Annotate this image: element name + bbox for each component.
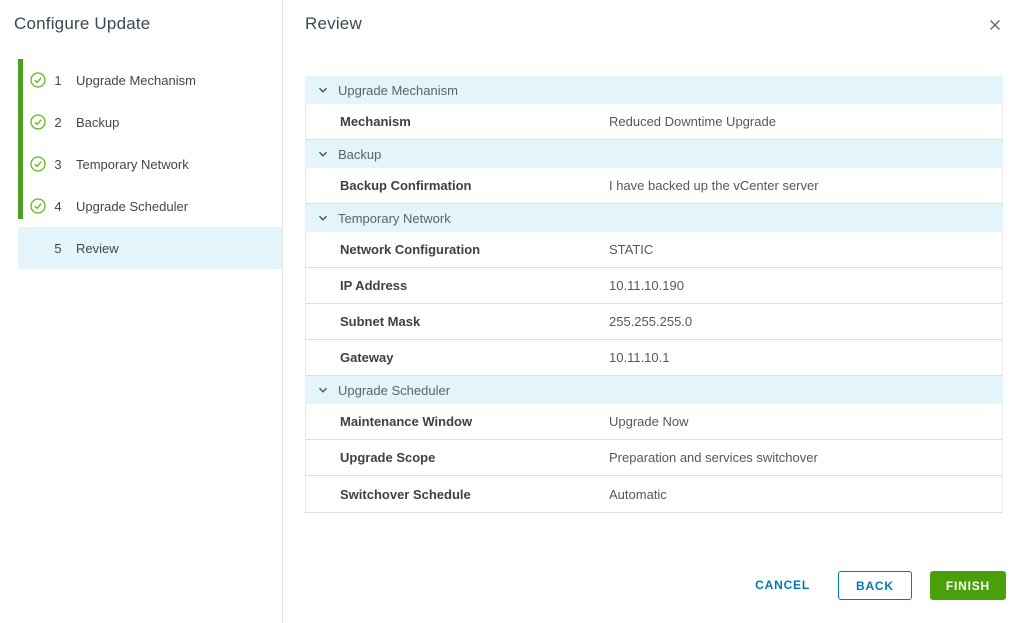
step-completed-check-icon (30, 198, 46, 214)
step-completed-check-icon (30, 72, 46, 88)
sidebar-step-review[interactable]: 5 Review (18, 227, 282, 269)
row-key: Backup Confirmation (306, 178, 609, 193)
step-label: Review (76, 241, 119, 256)
panel-header: Review (305, 14, 1003, 38)
table-row: Maintenance WindowUpgrade Now (306, 404, 1002, 440)
table-row: Backup ConfirmationI have backed up the … (306, 168, 1002, 204)
chevron-down-icon[interactable] (317, 212, 329, 224)
step-number: 4 (53, 199, 63, 214)
table-row: Network ConfigurationSTATIC (306, 232, 1002, 268)
row-value: Preparation and services switchover (609, 450, 818, 465)
table-row: Switchover ScheduleAutomatic (306, 476, 1002, 512)
steps-container: 1 Upgrade Mechanism 2 Backup 3 Temporary Netw… (18, 59, 282, 269)
section-header-temporary-network[interactable]: Temporary Network (305, 204, 1003, 232)
close-icon[interactable] (987, 17, 1003, 33)
step-completed-check-icon (30, 114, 46, 130)
row-value: I have backed up the vCenter server (609, 178, 819, 193)
sidebar-step-backup[interactable]: 2 Backup (18, 101, 282, 143)
section-header-backup[interactable]: Backup (305, 140, 1003, 168)
chevron-down-icon[interactable] (317, 384, 329, 396)
step-number: 1 (53, 73, 63, 88)
step-icon-placeholder (30, 240, 46, 256)
wizard-sidebar: Configure Update 1 Upgrade Mechanism 2 Back… (0, 0, 283, 623)
row-key: IP Address (306, 278, 609, 293)
sidebar-step-upgrade-mechanism[interactable]: 1 Upgrade Mechanism (18, 59, 282, 101)
review-summary-table: Upgrade Mechanism MechanismReduced Downti… (305, 76, 1003, 513)
step-number: 3 (53, 157, 63, 172)
table-row: Gateway10.11.10.1 (306, 340, 1002, 376)
finish-button[interactable]: FINISH (930, 571, 1006, 600)
table-row: Subnet Mask255.255.255.0 (306, 304, 1002, 340)
row-key: Switchover Schedule (306, 487, 609, 502)
step-label: Temporary Network (76, 157, 189, 172)
section-title: Backup (338, 147, 381, 162)
cancel-button[interactable]: CANCEL (749, 570, 816, 600)
step-label: Upgrade Scheduler (76, 199, 188, 214)
page-title: Review (305, 14, 362, 34)
chevron-down-icon[interactable] (317, 84, 329, 96)
step-number: 5 (53, 241, 63, 256)
configure-update-wizard: Configure Update 1 Upgrade Mechanism 2 Back… (0, 0, 1023, 623)
step-label: Backup (76, 115, 119, 130)
back-button[interactable]: BACK (838, 571, 912, 600)
row-key: Mechanism (306, 114, 609, 129)
row-value: Upgrade Now (609, 414, 689, 429)
section-header-upgrade-scheduler[interactable]: Upgrade Scheduler (305, 376, 1003, 404)
table-row: Upgrade ScopePreparation and services sw… (306, 440, 1002, 476)
footer-actions: CANCEL BACK FINISH (749, 570, 1006, 600)
row-key: Subnet Mask (306, 314, 609, 329)
section-header-upgrade-mechanism[interactable]: Upgrade Mechanism (305, 76, 1003, 104)
row-key: Gateway (306, 350, 609, 365)
row-value: Automatic (609, 487, 667, 502)
row-key: Upgrade Scope (306, 450, 609, 465)
row-value: 255.255.255.0 (609, 314, 692, 329)
row-value: 10.11.10.1 (609, 350, 669, 365)
wizard-steps: 1 Upgrade Mechanism 2 Backup 3 Temporary Netw… (18, 59, 282, 269)
row-value: STATIC (609, 242, 653, 257)
sidebar-step-upgrade-scheduler[interactable]: 4 Upgrade Scheduler (18, 185, 282, 227)
review-panel: Review Upgrade Mechanism MechanismReduced… (283, 0, 1023, 623)
section-title: Upgrade Mechanism (338, 83, 458, 98)
row-value: Reduced Downtime Upgrade (609, 114, 776, 129)
row-value: 10.11.10.190 (609, 278, 684, 293)
step-label: Upgrade Mechanism (76, 73, 196, 88)
section-title: Upgrade Scheduler (338, 383, 450, 398)
chevron-down-icon[interactable] (317, 148, 329, 160)
table-row: MechanismReduced Downtime Upgrade (306, 104, 1002, 140)
row-key: Network Configuration (306, 242, 609, 257)
table-row: IP Address10.11.10.190 (306, 268, 1002, 304)
wizard-title: Configure Update (0, 14, 282, 34)
step-number: 2 (53, 115, 63, 130)
section-title: Temporary Network (338, 211, 451, 226)
row-key: Maintenance Window (306, 414, 609, 429)
progress-bar (18, 59, 23, 219)
sidebar-step-temporary-network[interactable]: 3 Temporary Network (18, 143, 282, 185)
step-completed-check-icon (30, 156, 46, 172)
